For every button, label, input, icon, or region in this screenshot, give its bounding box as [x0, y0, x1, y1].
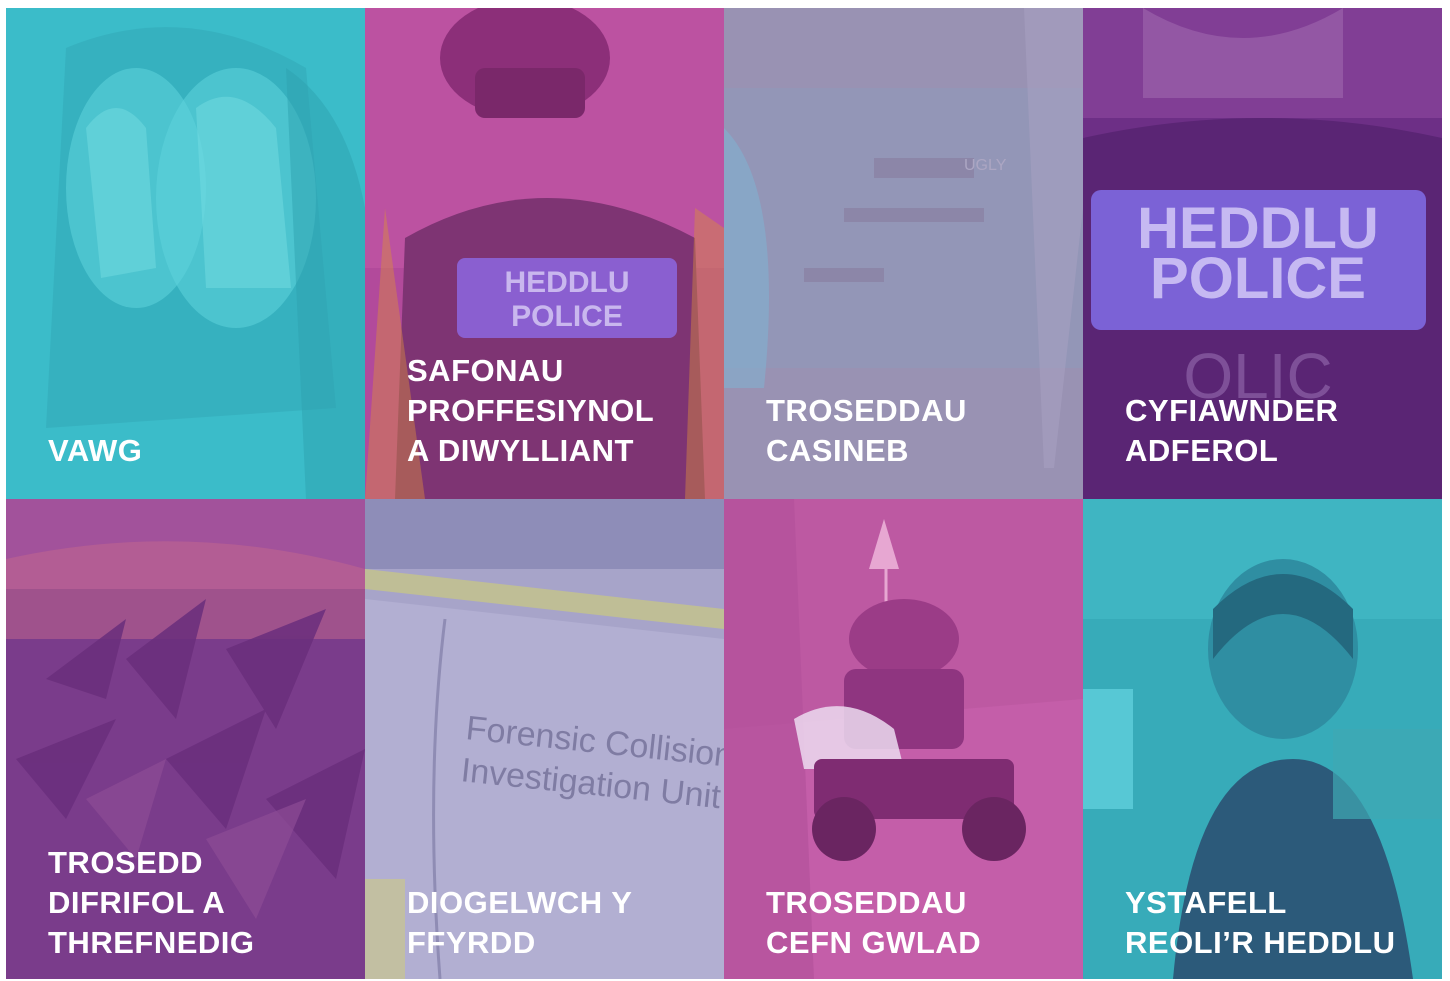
svg-text:POLICE: POLICE: [511, 300, 623, 333]
svg-text:HEDDLU: HEDDLU: [505, 266, 630, 299]
tile-title: TROSEDDAU CEFN GWLAD: [766, 885, 982, 960]
tile-vawg[interactable]: VAWG: [6, 8, 365, 499]
tile-title: CYFIAWNDER ADFEROL: [1125, 393, 1339, 468]
tile-title: YSTAFELL REOLI’R HEDDLU: [1125, 885, 1396, 960]
tile-title: TROSEDD DIFRIFOL A THREFNEDIG: [48, 845, 255, 960]
tile-title: SAFONAU PROFFESIYNOL A DIWYLLIANT: [407, 353, 655, 468]
tile-title: TROSEDDAU CASINEB: [766, 393, 967, 468]
svg-text:POLICE: POLICE: [1150, 246, 1366, 311]
tile-diogelwch-y-ffyrdd[interactable]: Forensic Collision Investigation Unit DI…: [365, 499, 724, 979]
hands-over-face-photo-icon: [6, 8, 365, 499]
topic-grid: VAWG HEDDLU POLICE SAFONAU PROFFESIYNOL …: [6, 8, 1442, 979]
tile-ystafell-reolir-heddlu[interactable]: YSTAFELL REOLI’R HEDDLU: [1083, 499, 1442, 979]
tile-safonau[interactable]: HEDDLU POLICE SAFONAU PROFFESIYNOL A DIW…: [365, 8, 724, 499]
svg-text:UGLY: UGLY: [964, 157, 1007, 174]
tile-trosedd-difrifol[interactable]: TROSEDD DIFRIFOL A THREFNEDIG: [6, 499, 365, 979]
tile-troseddau-casineb[interactable]: UGLY TROSEDDAU CASINEB: [724, 8, 1083, 499]
tile-title: DIOGELWCH Y FFYRDD: [407, 885, 633, 960]
tile-troseddau-cefn-gwlad[interactable]: TROSEDDAU CEFN GWLAD: [724, 499, 1083, 979]
tile-cyfiawnder-adferol[interactable]: HEDDLU POLICE OLIC CYFIAWNDER ADFEROL: [1083, 8, 1442, 499]
tile-title: VAWG: [48, 433, 143, 468]
